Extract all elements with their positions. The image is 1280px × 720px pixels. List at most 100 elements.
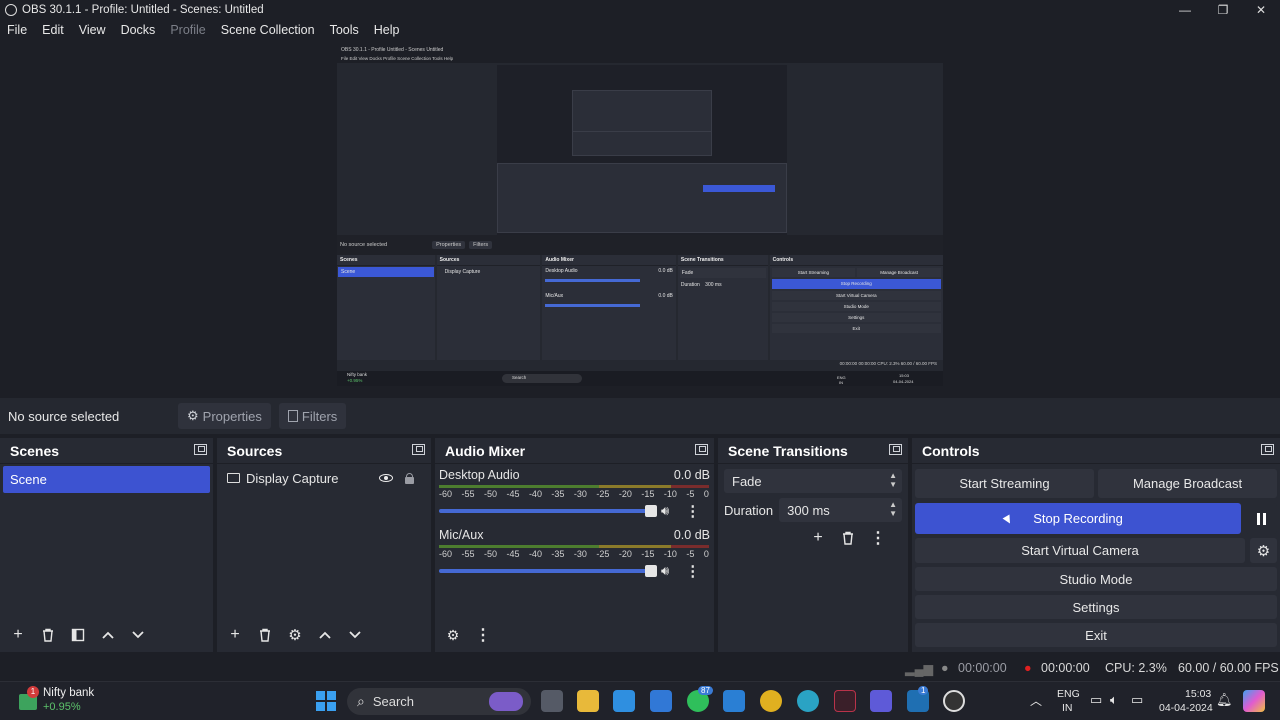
properties-button[interactable]: ⚙ Properties xyxy=(178,403,271,429)
source-properties-button[interactable]: ⚙ xyxy=(283,624,307,646)
duration-value: 300 ms xyxy=(787,502,830,518)
chevron-up-icon[interactable]: ︿ xyxy=(1030,692,1042,709)
move-scene-up-button[interactable] xyxy=(96,624,120,646)
audio-mixer-title: Audio Mixer xyxy=(445,442,526,459)
maximize-button[interactable]: ❐ xyxy=(1204,0,1242,20)
remove-scene-button[interactable] xyxy=(36,624,60,646)
move-scene-down-button[interactable] xyxy=(126,624,150,646)
preview-start-virtual-camera: Start Virtual Camera xyxy=(771,291,941,300)
menu-tools[interactable]: Tools xyxy=(330,23,359,37)
menu-help[interactable]: Help xyxy=(374,23,400,37)
recording-time: 00:00:00 xyxy=(1041,661,1090,675)
volume-icon[interactable]: 🔈︎ xyxy=(1110,692,1118,708)
language-primary[interactable]: ENG xyxy=(1057,688,1080,700)
volume-slider-handle[interactable] xyxy=(645,505,657,517)
app-icon[interactable] xyxy=(834,690,856,712)
copilot-app-icon[interactable] xyxy=(870,690,892,712)
menu-docks[interactable]: Docks xyxy=(121,23,156,37)
volume-slider-handle[interactable] xyxy=(645,565,657,577)
preview-volume-slider xyxy=(545,279,641,282)
menu-scene-collection[interactable]: Scene Collection xyxy=(221,23,315,37)
kebab-menu-icon[interactable]: ⋮ xyxy=(685,562,700,580)
menu-view[interactable]: View xyxy=(79,23,106,37)
pause-recording-button[interactable] xyxy=(1246,503,1277,534)
volume-slider[interactable] xyxy=(439,505,657,517)
scene-filters-button[interactable] xyxy=(66,624,90,646)
settings-button[interactable]: Settings xyxy=(915,595,1277,619)
audio-menu-button[interactable]: ⋮ xyxy=(471,624,495,646)
move-source-up-button[interactable] xyxy=(313,624,337,646)
copilot-icon[interactable] xyxy=(1243,690,1265,712)
menu-file[interactable]: File xyxy=(7,23,27,37)
stop-recording-button[interactable]: Stop Recording xyxy=(915,503,1241,534)
move-source-down-button[interactable] xyxy=(343,624,367,646)
preview-canvas[interactable]: OBS 30.1.1 - Profile Untitled - Scenes U… xyxy=(337,45,943,386)
obs-taskbar-icon[interactable] xyxy=(943,690,965,712)
advanced-audio-button[interactable]: ⚙ xyxy=(441,624,465,646)
remove-source-button[interactable] xyxy=(253,624,277,646)
preview-settings: Settings xyxy=(771,313,941,322)
taskbar-search[interactable]: ⌕ Search xyxy=(347,688,531,715)
undock-icon[interactable] xyxy=(194,444,207,455)
filters-label: Filters xyxy=(301,408,338,424)
source-list-item[interactable]: Display Capture xyxy=(217,464,431,492)
start-streaming-button[interactable]: Start Streaming xyxy=(915,469,1094,498)
undock-icon[interactable] xyxy=(889,444,902,455)
preview-duration-value: 300 ms xyxy=(705,282,722,288)
spin-arrows-icon[interactable]: ▲ ▼ xyxy=(889,500,897,518)
scene-list-item[interactable]: Scene xyxy=(3,466,210,493)
duration-spinbox[interactable]: 300 ms ▲ ▼ xyxy=(779,498,902,522)
fps-display: 60.00 / 60.00 FPS xyxy=(1178,661,1279,675)
transitions-header: Scene Transitions xyxy=(718,438,908,464)
add-source-button[interactable]: + xyxy=(223,624,247,646)
filters-button[interactable]: Filters xyxy=(278,403,347,429)
search-highlight-icon xyxy=(489,692,523,711)
undock-icon[interactable] xyxy=(695,444,708,455)
channel-db: 0.0 dB xyxy=(673,468,710,482)
kebab-menu-icon[interactable]: ⋮ xyxy=(685,502,700,520)
whatsapp-badge: 87 xyxy=(698,686,713,695)
vscode-icon[interactable] xyxy=(723,690,745,712)
chrome-icon[interactable] xyxy=(760,690,782,712)
mail-icon[interactable] xyxy=(613,690,635,712)
task-view-icon[interactable] xyxy=(541,690,563,712)
start-virtual-camera-button[interactable]: Start Virtual Camera xyxy=(915,538,1245,563)
virtual-camera-settings-button[interactable]: ⚙ xyxy=(1250,538,1277,563)
close-button[interactable]: ✕ xyxy=(1242,0,1280,20)
add-scene-button[interactable]: + xyxy=(6,624,30,646)
record-dot-icon: ● xyxy=(1024,661,1032,675)
transition-menu-button[interactable]: ⋮ xyxy=(866,527,890,549)
menu-profile[interactable]: Profile xyxy=(170,23,205,37)
remove-transition-button[interactable] xyxy=(836,527,860,549)
title-bar: OBS 30.1.1 - Profile: Untitled - Scenes:… xyxy=(0,0,1280,20)
minimize-button[interactable]: — xyxy=(1166,0,1204,20)
preview-controls-dock: Controls Start Streaming Manage Broadcas… xyxy=(769,255,943,360)
transition-select[interactable]: Fade ▲ ▼ xyxy=(724,469,902,493)
exit-button[interactable]: Exit xyxy=(915,623,1277,647)
speaker-icon[interactable]: 🔊︎ xyxy=(661,503,669,519)
windows-start-icon[interactable] xyxy=(316,691,336,711)
notification-bell-icon[interactable]: 🔔︎ xyxy=(1216,692,1233,708)
preview-nested-capture xyxy=(497,65,787,235)
undock-icon[interactable] xyxy=(412,444,425,455)
undock-icon[interactable] xyxy=(1261,444,1274,455)
level-meter xyxy=(439,545,710,548)
add-transition-button[interactable]: + xyxy=(806,527,830,549)
preview-display-capture: Display Capture xyxy=(444,269,481,275)
manage-broadcast-button[interactable]: Manage Broadcast xyxy=(1098,469,1277,498)
trash-icon xyxy=(843,531,853,545)
studio-mode-button[interactable]: Studio Mode xyxy=(915,567,1277,591)
file-explorer-icon[interactable] xyxy=(577,690,599,712)
battery-icon[interactable]: ▭ xyxy=(1131,692,1143,708)
menu-edit[interactable]: Edit xyxy=(42,23,64,37)
preview-lang2: IN xyxy=(839,380,843,385)
preview-docks: Scenes Scene Sources Display Capture Aud… xyxy=(337,255,943,360)
clock-time[interactable]: 15:03 xyxy=(1185,688,1211,700)
speaker-icon[interactable]: 🔊︎ xyxy=(661,563,669,579)
volume-slider[interactable] xyxy=(439,565,657,577)
network-icon[interactable]: ▭ xyxy=(1090,692,1102,708)
edge-icon[interactable] xyxy=(797,690,819,712)
chevron-down-icon xyxy=(349,631,361,639)
audio-toolbar: ⚙ ⋮ xyxy=(441,624,495,646)
store-icon[interactable] xyxy=(650,690,672,712)
